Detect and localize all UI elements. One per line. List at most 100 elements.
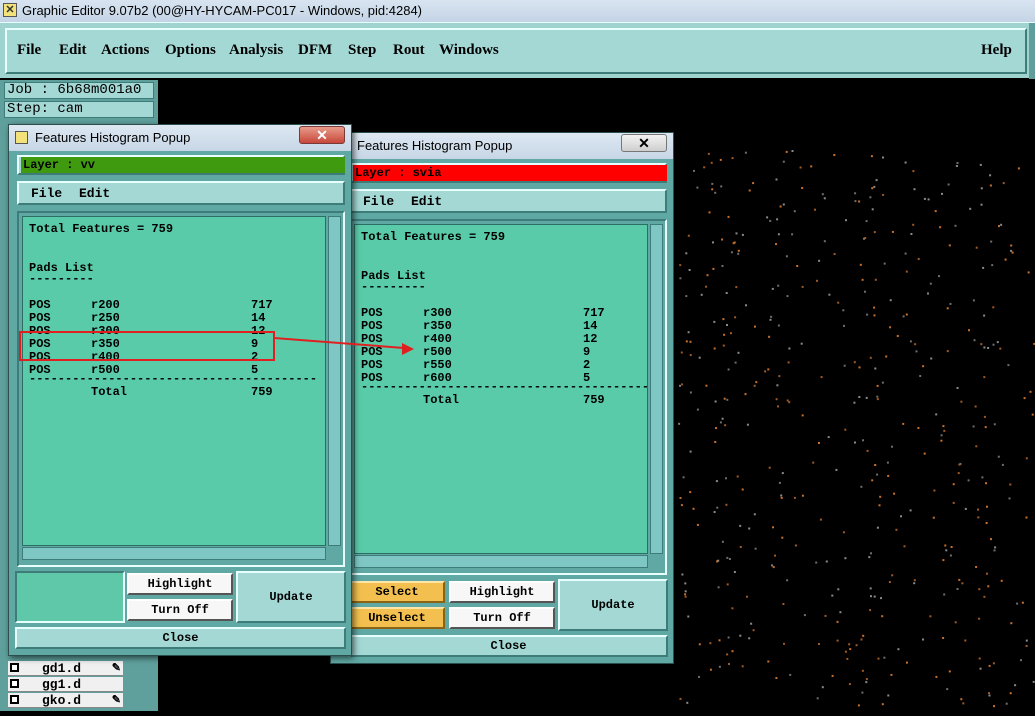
- popup-close-button[interactable]: ✕: [299, 126, 345, 144]
- pcb-dot: [860, 485, 863, 488]
- pcb-dot: [727, 368, 730, 371]
- pcb-dot: [862, 439, 864, 442]
- close-button[interactable]: Close: [15, 627, 346, 649]
- select-button[interactable]: Select: [349, 581, 445, 603]
- menu-step[interactable]: Step: [348, 42, 376, 59]
- horizontal-scrollbar[interactable]: [22, 547, 326, 560]
- pcb-dot: [869, 587, 872, 590]
- pcb-dot: [984, 426, 987, 429]
- pcb-dot: [882, 156, 884, 159]
- histogram-list[interactable]: Total Features = 759 Pads List ---------…: [22, 216, 326, 546]
- vertical-scrollbar[interactable]: [328, 216, 341, 546]
- menu-edit[interactable]: Edit: [59, 42, 87, 59]
- pcb-dot: [718, 639, 721, 642]
- pcb-dot: [881, 381, 884, 384]
- menu-rout[interactable]: Rout: [393, 42, 425, 59]
- pcb-dot: [948, 244, 951, 247]
- pcb-dot: [774, 554, 776, 557]
- pcb-dot: [844, 428, 847, 431]
- turn-off-button[interactable]: Turn Off: [449, 607, 555, 629]
- pcb-dot: [748, 189, 751, 192]
- pcb-dot: [726, 398, 729, 401]
- pcb-dot: [689, 354, 692, 357]
- pcb-dot: [1025, 457, 1028, 460]
- pcb-dot: [733, 571, 736, 573]
- popup-menu-edit[interactable]: Edit: [79, 186, 110, 201]
- pcb-dot: [708, 211, 711, 214]
- pcb-dot: [1011, 251, 1014, 254]
- menu-dfm[interactable]: DFM: [298, 42, 332, 59]
- menu-actions[interactable]: Actions: [101, 42, 149, 59]
- pcb-dot: [800, 342, 803, 345]
- layer-row[interactable]: gg1.d: [8, 677, 123, 692]
- pcb-dot: [972, 425, 975, 428]
- layer-row[interactable]: gko.d ✎: [8, 693, 123, 708]
- pcb-dot: [833, 154, 836, 156]
- menu-windows[interactable]: Windows: [439, 42, 499, 59]
- pcb-dot: [939, 226, 942, 229]
- menu-file[interactable]: File: [17, 42, 41, 59]
- highlight-button[interactable]: Highlight: [127, 573, 233, 595]
- pcb-dot: [879, 495, 882, 498]
- histogram-list[interactable]: Total Features = 759 Pads List ---------…: [354, 224, 648, 554]
- pcb-dot: [681, 573, 684, 576]
- pcb-dot: [1016, 602, 1019, 605]
- update-button[interactable]: Update: [236, 571, 346, 623]
- pcb-dot: [985, 522, 988, 524]
- popup-menu-file[interactable]: File: [363, 194, 394, 209]
- pcb-dot: [698, 643, 701, 646]
- pcb-dot: [972, 299, 975, 302]
- pcb-dot: [893, 492, 896, 495]
- pcb-dot: [814, 208, 816, 211]
- pcb-dot: [887, 694, 890, 697]
- total-label: Total: [91, 385, 128, 399]
- pcb-dot: [682, 476, 685, 479]
- pcb-dot: [693, 169, 695, 172]
- pcb-dot: [725, 292, 728, 294]
- close-button[interactable]: Close: [349, 635, 668, 657]
- pcb-dot: [741, 665, 744, 668]
- layer-row[interactable]: gd1.d ✎: [8, 661, 123, 676]
- pcb-dot: [1014, 684, 1017, 687]
- pcb-dot: [957, 472, 960, 475]
- pcb-dot: [871, 479, 874, 482]
- pcb-dot: [716, 506, 719, 509]
- popup-menubar: File Edit: [349, 189, 667, 213]
- pcb-dot: [881, 615, 884, 618]
- popup-menu-edit[interactable]: Edit: [411, 194, 442, 209]
- pcb-dot: [684, 595, 687, 598]
- pcb-dot: [993, 549, 996, 552]
- layer-checkbox[interactable]: [10, 695, 19, 704]
- horizontal-scrollbar[interactable]: [354, 555, 648, 568]
- layer-checkbox[interactable]: [10, 679, 19, 688]
- pcb-dot: [736, 475, 739, 478]
- pcb-dot: [932, 516, 935, 519]
- pcb-dot: [818, 643, 820, 645]
- unselect-button[interactable]: Unselect: [349, 607, 445, 629]
- pcb-dot: [785, 255, 788, 258]
- pcb-dot: [1020, 659, 1022, 662]
- pcb-dot: [952, 483, 955, 486]
- window-title: Graphic Editor 9.07b2 (00@HY-HYCAM-PC017…: [22, 3, 423, 18]
- update-button[interactable]: Update: [558, 579, 668, 631]
- menu-analysis[interactable]: Analysis: [229, 42, 283, 59]
- pcb-dot: [723, 397, 726, 400]
- highlight-button[interactable]: Highlight: [449, 581, 555, 603]
- layer-checkbox[interactable]: [10, 663, 19, 672]
- menu-help[interactable]: Help: [981, 42, 1012, 59]
- pcb-dot: [853, 401, 856, 404]
- vertical-scrollbar[interactable]: [650, 224, 663, 554]
- pcb-dot: [900, 515, 902, 518]
- pcb-dot: [883, 262, 886, 265]
- popup-menu-file[interactable]: File: [31, 186, 62, 201]
- pcb-dot: [974, 405, 977, 408]
- popup-close-button[interactable]: ✕: [621, 134, 667, 152]
- pcb-dot: [1031, 413, 1034, 416]
- pcb-dot: [793, 210, 796, 213]
- turn-off-button[interactable]: Turn Off: [127, 599, 233, 621]
- pcb-dot: [876, 395, 879, 398]
- layer-label: Layer : vv: [21, 157, 345, 173]
- menu-options[interactable]: Options: [165, 42, 216, 59]
- pcb-dot: [873, 306, 876, 309]
- pcb-dot: [846, 657, 849, 660]
